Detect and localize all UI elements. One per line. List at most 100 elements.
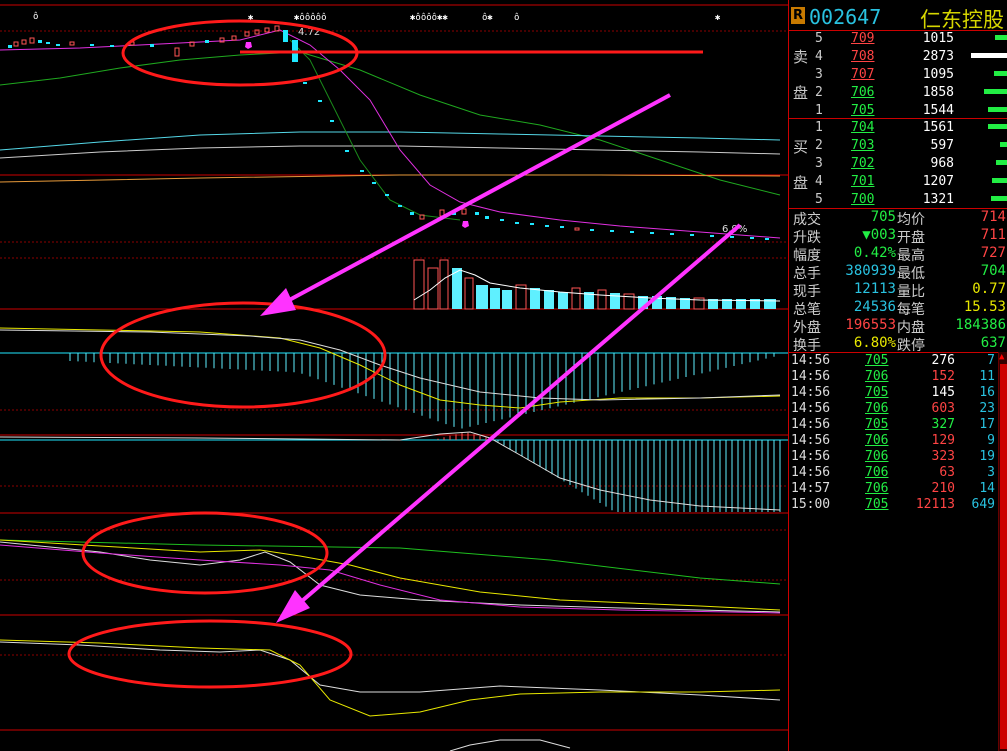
svg-text:ô: ô	[33, 11, 38, 22]
svg-text:ô: ô	[514, 12, 519, 23]
price[interactable]: 702	[851, 156, 874, 171]
tick-volume: 12113	[915, 497, 955, 512]
stat-value: 184386	[955, 317, 1006, 333]
annotation-ellipses	[67, 19, 387, 689]
tick-volume: 152	[931, 369, 955, 384]
tick-row[interactable]: 14:56 706 129 9	[789, 433, 997, 449]
tick-time: 14:57	[791, 481, 831, 496]
buy-row[interactable]: 3 702 968	[789, 155, 1007, 173]
stat-row: 换手 6.80% 跌停 637	[789, 335, 1007, 354]
ma-line-darkgreen	[289, 39, 461, 221]
tick-price: 706	[865, 449, 889, 464]
volume: 1095	[922, 67, 954, 82]
stat-row: 升跌 ▼003 开盘 711	[789, 227, 1007, 246]
stat-label: 升跌	[793, 230, 821, 246]
volume-bar	[992, 178, 1007, 183]
buy-row[interactable]: 4 701 1207	[789, 173, 1007, 191]
volume: 1321	[922, 192, 954, 207]
tick-count: 19	[979, 449, 995, 464]
volume: 1561	[922, 120, 954, 135]
price[interactable]: 706	[851, 85, 874, 100]
stat-label: 每笔	[897, 302, 925, 318]
macd2-histogram	[437, 432, 781, 512]
price[interactable]: 708	[851, 49, 874, 64]
stat-value: 6.80%	[853, 335, 896, 351]
sell-row[interactable]: 5 709 1015	[789, 30, 1007, 48]
level: 5	[815, 31, 823, 46]
volume-bar	[995, 35, 1007, 40]
price[interactable]: 700	[851, 192, 874, 207]
level: 3	[815, 156, 823, 171]
buy-row[interactable]: 2 703 597	[789, 137, 1007, 155]
tick-time: 14:56	[791, 353, 831, 368]
ma-line-green	[0, 51, 781, 196]
level: 3	[815, 67, 823, 82]
scrollbar-thumb[interactable]	[1000, 364, 1007, 749]
tick-time: 14:56	[791, 465, 831, 480]
tick-volume: 276	[931, 353, 955, 368]
stat-label: 幅度	[793, 248, 821, 264]
ind4-line-white	[0, 641, 781, 701]
tick-time: 14:56	[791, 369, 831, 384]
tick-time: 14:56	[791, 385, 831, 400]
stat-row: 幅度 0.42% 最高 727	[789, 245, 1007, 264]
stat-value: 15.53	[963, 299, 1006, 315]
stat-row: 总笔 24536 每笔 15.53	[789, 299, 1007, 318]
stat-label: 现手	[793, 284, 821, 300]
stat-value: 0.77	[972, 281, 1006, 297]
volume-ma-line	[413, 269, 781, 302]
stat-label: 总手	[793, 266, 821, 282]
tick-row[interactable]: 15:00 705 12113 649	[789, 497, 997, 513]
tick-count: 11	[979, 369, 995, 384]
stat-row: 现手 12113 量比 0.77	[789, 281, 1007, 300]
price[interactable]: 701	[851, 174, 874, 189]
tick-row[interactable]: 14:56 706 63 3	[789, 465, 997, 481]
svg-text:✱ôôôôô: ✱ôôôôô	[294, 12, 327, 23]
stat-value: 24536	[853, 299, 896, 315]
ind3-line-white	[0, 541, 781, 613]
tick-volume: 603	[931, 401, 955, 416]
tick-count: 23	[979, 401, 995, 416]
kline-chart[interactable]: ô ✱ ✱ôôôôô ✱ôôôô✱✱ ô✱ ô ✱ 4.72	[0, 0, 788, 751]
sell-row[interactable]: 4 708 2873	[789, 48, 1007, 66]
volume-bars	[413, 259, 776, 310]
ind4-line-lower	[449, 739, 571, 751]
sell-row[interactable]: 3 707 1095	[789, 66, 1007, 84]
tick-price: 705	[865, 385, 889, 400]
tick-time: 14:56	[791, 449, 831, 464]
tick-row[interactable]: 14:57 706 210 14	[789, 481, 997, 497]
price[interactable]: 705	[851, 103, 874, 118]
tick-row[interactable]: 14:56 706 323 19	[789, 449, 997, 465]
tick-scrollbar[interactable]: ▲	[998, 352, 1007, 751]
price[interactable]: 704	[851, 120, 874, 135]
volume: 968	[930, 156, 954, 171]
tick-row[interactable]: 14:56 705 145 16	[789, 385, 997, 401]
tick-row[interactable]: 14:56 705 276 7	[789, 353, 997, 369]
stat-value: 196553	[845, 317, 896, 333]
sell-row[interactable]: 2 706 1858	[789, 84, 1007, 102]
tick-row[interactable]: 14:56 705 327 17	[789, 417, 997, 433]
tick-volume: 323	[931, 449, 955, 464]
price[interactable]: 707	[851, 67, 874, 82]
ma-line-magenta	[0, 29, 781, 239]
tick-count: 16	[979, 385, 995, 400]
tick-count: 14	[979, 481, 995, 496]
candlesticks	[8, 25, 769, 240]
price[interactable]: 709	[851, 31, 874, 46]
price[interactable]: 703	[851, 138, 874, 153]
tick-row[interactable]: 14:56 706 603 23	[789, 401, 997, 417]
stock-code[interactable]: 002647	[809, 5, 881, 29]
volume-bar	[991, 196, 1007, 201]
high-marker-icon	[245, 42, 252, 49]
volume: 1858	[922, 85, 954, 100]
scroll-up-icon[interactable]: ▲	[999, 352, 1004, 362]
volume: 1015	[922, 31, 954, 46]
level: 1	[815, 103, 823, 118]
stat-row: 外盘 196553 内盘 184386	[789, 317, 1007, 336]
buy-row[interactable]: 5 700 1321	[789, 191, 1007, 209]
tick-row[interactable]: 14:56 706 152 11	[789, 369, 997, 385]
volume: 1544	[922, 103, 954, 118]
stock-header: R 002647 仁东控股	[789, 4, 1007, 32]
tick-count: 9	[987, 433, 995, 448]
buy-row[interactable]: 1 704 1561	[789, 119, 1007, 137]
